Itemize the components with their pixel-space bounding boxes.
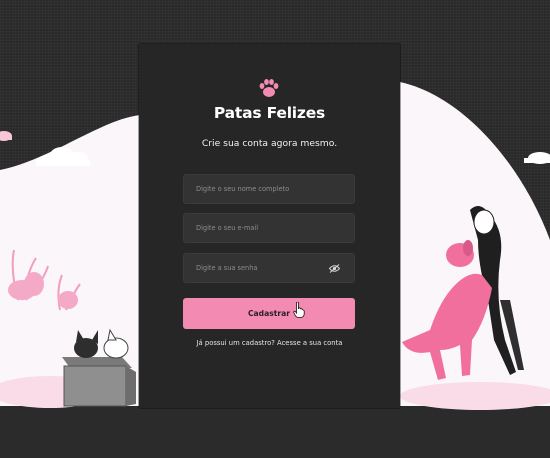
password-field (183, 253, 355, 283)
name-input[interactable] (184, 175, 354, 203)
form-subtitle: Crie sua conta agora mesmo. (201, 138, 338, 149)
login-link[interactable]: Já possui um cadastro? Acesse a sua cont… (139, 339, 400, 347)
brand-title: Patas Felizes (213, 104, 326, 122)
email-input[interactable] (184, 214, 354, 242)
ground-band (0, 406, 550, 458)
name-field (183, 174, 355, 204)
paw-icon (259, 79, 279, 97)
cloud-right-mid (524, 152, 550, 164)
submit-button[interactable]: Cadastrar (183, 298, 355, 329)
right-hill (400, 82, 550, 408)
eye-slash-icon[interactable] (329, 264, 340, 273)
signup-card: Patas Felizes Crie sua conta agora mesmo… (139, 44, 400, 408)
email-field (183, 213, 355, 243)
hand-pointer-cursor-icon (293, 302, 305, 318)
cloud-left-top (0, 131, 12, 141)
